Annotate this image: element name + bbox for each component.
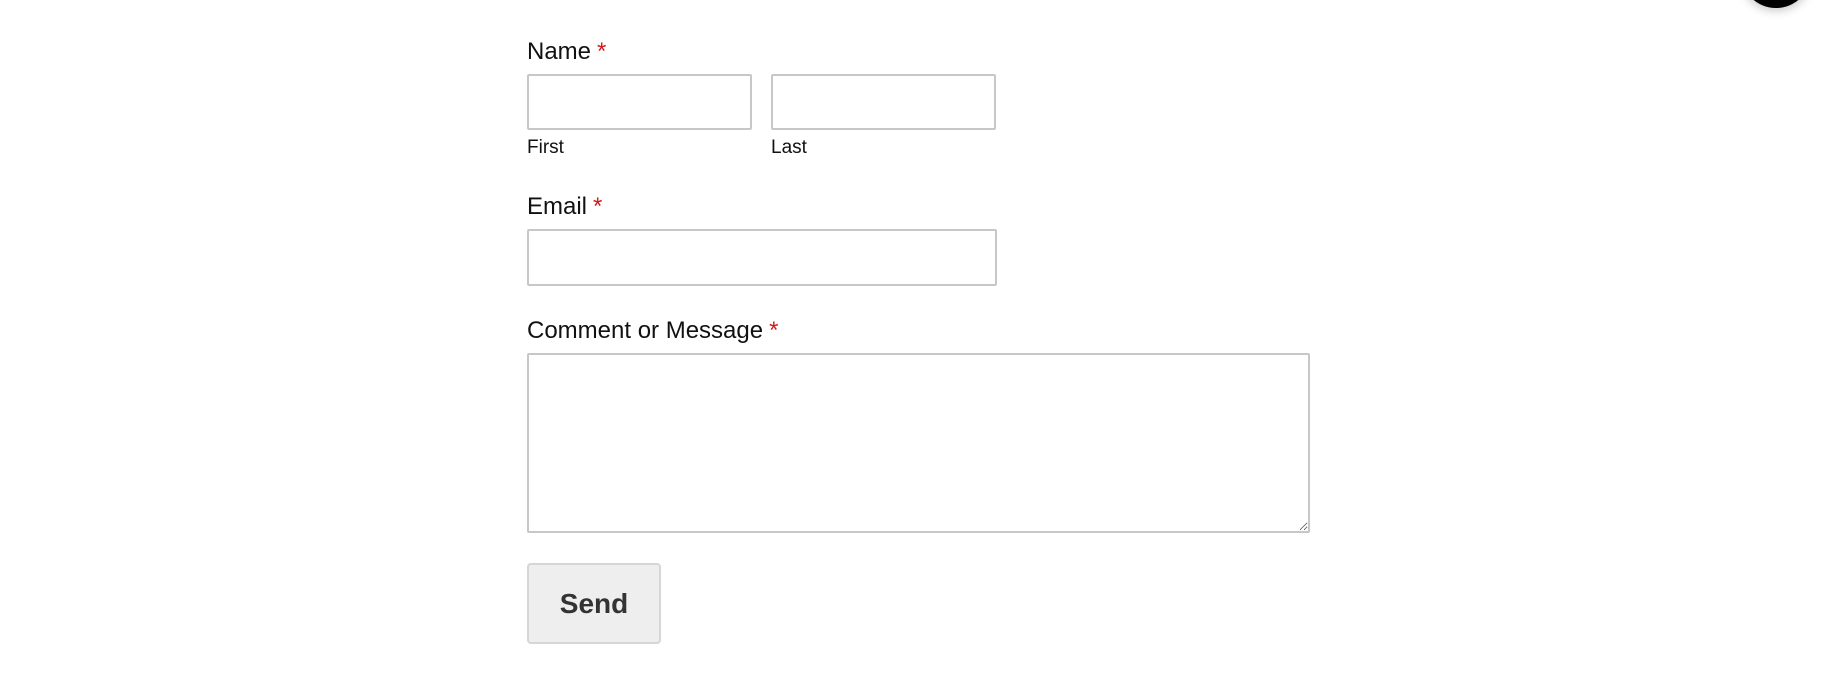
message-label: Comment or Message *: [527, 317, 778, 345]
send-button[interactable]: Send: [527, 563, 661, 644]
name-label-text: Name: [527, 38, 592, 65]
last-name-input[interactable]: [771, 74, 996, 130]
name-label: Name *: [527, 38, 606, 66]
floating-chat-button[interactable]: [1741, 0, 1811, 8]
last-name-sublabel: Last: [771, 137, 807, 158]
first-name-input[interactable]: [527, 74, 752, 130]
email-label: Email *: [527, 193, 602, 221]
first-name-sublabel: First: [527, 137, 564, 158]
message-textarea[interactable]: [527, 353, 1310, 533]
email-input[interactable]: [527, 229, 997, 286]
message-required-marker: *: [769, 317, 779, 344]
name-required-marker: *: [597, 38, 607, 65]
email-label-text: Email: [527, 193, 588, 220]
email-required-marker: *: [593, 193, 603, 220]
message-label-text: Comment or Message: [527, 317, 764, 344]
page: Name * First Last Email * Comment or Messa…: [0, 0, 1831, 681]
